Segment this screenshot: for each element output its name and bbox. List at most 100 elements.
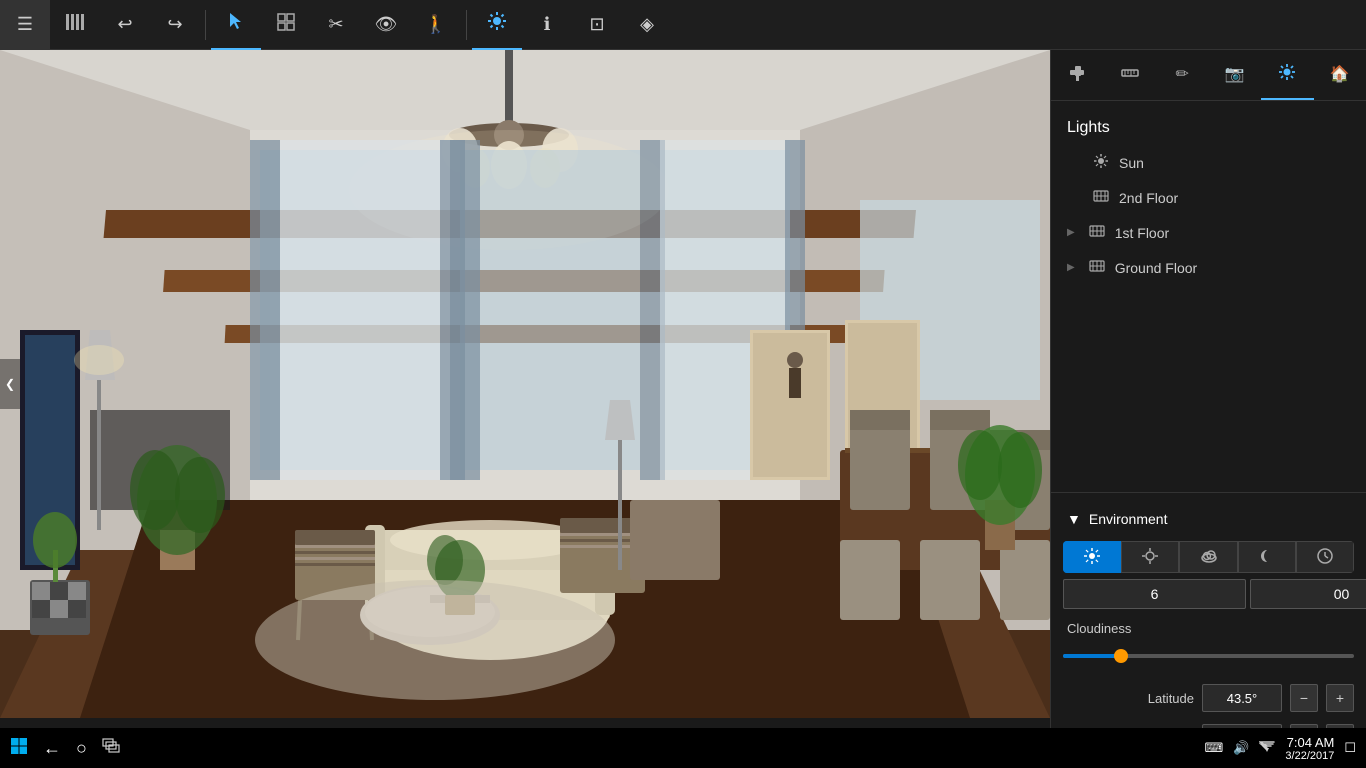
cloudiness-fill [1063,654,1121,658]
cloudiness-thumb[interactable] [1114,649,1128,663]
clear-day-icon [1083,547,1101,568]
sun-toolbar-icon [486,10,508,37]
panel-lights-button[interactable] [1261,50,1314,100]
start-button[interactable] [10,737,28,760]
latitude-label: Latitude [1063,691,1194,706]
undo-icon: ↩ [117,14,132,35]
ground-floor-light-label: Ground Floor [1115,260,1350,276]
select-icon [226,11,246,36]
panel-camera-button[interactable]: 📷 [1209,50,1262,100]
separator-1 [205,10,206,40]
custom-time-button[interactable] [1296,541,1354,573]
arrange-button[interactable] [261,0,311,50]
environment-header[interactable]: ▼ Environment [1051,503,1366,535]
panel-build-button[interactable] [1051,50,1104,100]
pencil-icon: ✏ [1176,64,1189,84]
menu-icon: ☰ [17,14,33,35]
volume-icon[interactable]: 🔊 [1233,740,1249,756]
latitude-plus-button[interactable]: + [1326,684,1354,712]
eye-icon: 👁 [375,14,398,35]
sun-light-item[interactable]: Sun [1051,145,1366,180]
right-panel: ✏ 📷 🏠 [1050,50,1366,768]
left-panel-arrow[interactable]: ❮ [0,359,20,409]
info-icon: ℹ [544,14,551,35]
cloudiness-label: Cloudiness [1051,615,1366,640]
notification-button[interactable]: ☐ [1344,740,1356,756]
library-icon [64,11,86,38]
clear-day-button[interactable] [1063,541,1121,573]
weather-toggle-row [1063,541,1354,573]
sun-weather-icon [1141,547,1159,568]
2nd-floor-light-item[interactable]: 2nd Floor [1051,180,1366,215]
3d-viewport[interactable]: ❮ [0,50,1050,718]
cortana-button[interactable]: ○ [76,738,87,759]
task-view-button[interactable] [102,738,120,758]
cloudy-button[interactable] [1179,541,1237,573]
sunny-button[interactable] [1121,541,1179,573]
chevron-left-icon: ❮ [5,377,15,391]
light-button[interactable] [472,0,522,50]
environment-section: ▼ Environment [1051,492,1366,768]
current-date: 3/22/2017 [1285,750,1334,762]
home-icon: 🏠 [1330,64,1350,84]
keyboard-icon[interactable]: ⌨ [1204,740,1223,756]
latitude-minus-button[interactable]: − [1290,684,1318,712]
lights-section: Lights Sun [1051,101,1366,295]
floor-light-icon-ground [1089,258,1105,277]
3d-button[interactable]: ◈ [622,0,672,50]
view-button[interactable]: 👁 [361,0,411,50]
cloudiness-slider-row [1051,640,1366,678]
night-button[interactable] [1238,541,1296,573]
library-button[interactable] [50,0,100,50]
floor-light-icon-2 [1093,188,1109,207]
panel-measure-button[interactable] [1104,50,1157,100]
display-icon: ⊡ [589,14,604,35]
walk-button[interactable]: 🚶 [411,0,461,50]
separator-2 [466,10,467,40]
undo-button[interactable]: ↩ [100,0,150,50]
scissors-icon: ✂ [328,14,343,35]
panel-spacer [1051,295,1366,492]
taskbar-right: ⌨ 🔊 7:04 AM 3/22/2017 ☐ [1204,735,1356,762]
ruler-icon [1120,62,1140,87]
camera-icon: 📷 [1225,64,1245,84]
panel-home-button[interactable]: 🏠 [1314,50,1366,100]
panel-icon-bar: ✏ 📷 🏠 [1051,50,1366,101]
3d-icon: ◈ [640,14,654,35]
network-icon[interactable] [1259,740,1275,757]
ground-floor-expand-arrow: ▶ [1067,262,1075,273]
2nd-floor-light-label: 2nd Floor [1119,190,1350,206]
edit-button[interactable]: ✂ [311,0,361,50]
display-button[interactable]: ⊡ [572,0,622,50]
1st-floor-expand-arrow: ▶ [1067,227,1075,238]
cloud-icon [1200,547,1218,568]
minutes-input[interactable] [1250,579,1366,609]
environment-title: Environment [1089,511,1168,527]
time-input-row: AM [1063,579,1354,609]
latitude-row: Latitude − + [1051,678,1366,718]
cloudiness-track[interactable] [1063,654,1354,658]
floor-light-icon-1 [1089,223,1105,242]
redo-button[interactable]: ↪ [150,0,200,50]
back-button[interactable]: ← [43,738,61,759]
moon-icon [1258,547,1276,568]
time-display[interactable]: 7:04 AM 3/22/2017 [1285,735,1334,762]
environment-collapse-icon: ▼ [1067,511,1081,527]
clock-icon [1316,547,1334,568]
latitude-input[interactable] [1202,684,1282,712]
ground-floor-light-item[interactable]: ▶ Ground Floor [1051,250,1366,285]
hour-input[interactable] [1063,579,1246,609]
info-button[interactable]: ℹ [522,0,572,50]
sun-light-icon [1093,153,1109,172]
lights-title: Lights [1051,111,1366,145]
top-toolbar: ☰ ↩ ↪ ✂ [0,0,1366,50]
hammer-icon [1067,62,1087,87]
1st-floor-light-item[interactable]: ▶ 1st Floor [1051,215,1366,250]
taskbar: ← ○ ⌨ 🔊 7:04 AM 3/22/2017 ☐ [0,728,1366,768]
select-button[interactable] [211,0,261,50]
taskbar-left: ← ○ [10,737,120,760]
panel-edit-button[interactable]: ✏ [1156,50,1209,100]
menu-button[interactable]: ☰ [0,0,50,50]
arrange-icon [276,12,296,37]
redo-icon: ↪ [167,14,182,35]
